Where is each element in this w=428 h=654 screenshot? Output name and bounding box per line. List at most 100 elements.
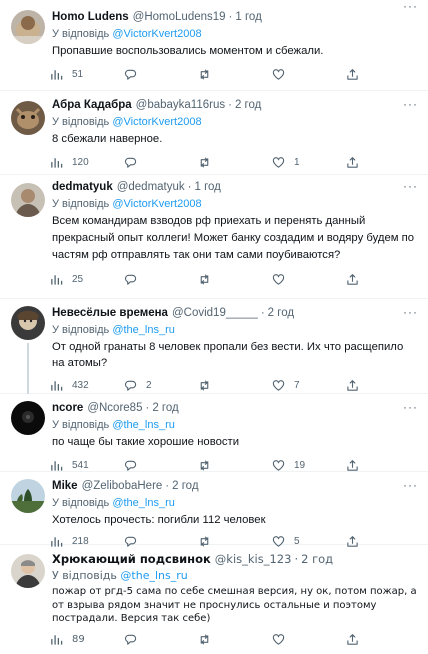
share-button[interactable] <box>346 459 359 472</box>
author-name[interactable]: Хрюкающий подсвинок <box>52 552 211 567</box>
reply-tweet[interactable]: Хрюкающий подсвинок @kis_kis_123 · 2 год… <box>0 545 428 654</box>
reply-tweet[interactable]: ncore @Ncore85 · 2 год ··· У відповідь @… <box>0 394 428 472</box>
timestamp[interactable]: 2 год <box>301 552 333 567</box>
author-name[interactable]: Невесёлые времена <box>52 306 168 321</box>
reply-tweet[interactable]: Абра Кадабра @babayka116rus · 2 год ··· … <box>0 91 428 175</box>
heart-icon <box>272 68 285 80</box>
like-button[interactable] <box>272 273 346 286</box>
author-handle[interactable]: @HomoLudens19 <box>133 10 226 25</box>
avatar[interactable] <box>11 10 45 44</box>
author-handle[interactable]: @Covid19_____ <box>172 306 258 321</box>
retweet-button[interactable] <box>198 633 272 646</box>
reply-tweet[interactable]: Homo Ludens @HomoLudens19 · 1 год ··· У … <box>0 0 428 91</box>
like-button[interactable]: 1 <box>272 156 346 169</box>
share-icon <box>347 459 358 471</box>
reply-button[interactable] <box>124 633 198 646</box>
share-button[interactable] <box>346 156 359 169</box>
more-options-icon[interactable]: ··· <box>403 306 418 318</box>
timestamp[interactable]: 1 год <box>195 180 221 195</box>
like-button[interactable]: 19 <box>272 459 346 472</box>
views-count: 541 <box>72 459 89 471</box>
heart-icon <box>272 379 285 391</box>
author-handle[interactable]: @babayka116rus <box>136 98 225 113</box>
avatar[interactable] <box>11 479 45 513</box>
author-name[interactable]: Абра Кадабра <box>52 98 132 113</box>
avatar[interactable] <box>11 401 45 435</box>
views-button[interactable]: 120 <box>50 156 124 169</box>
reply-tweet[interactable]: Невесёлые времена @Covid19_____ · 2 год … <box>0 299 428 394</box>
retweet-button[interactable] <box>198 68 272 81</box>
share-button[interactable] <box>346 68 359 81</box>
views-button[interactable]: 25 <box>50 273 124 286</box>
like-button[interactable] <box>272 68 346 81</box>
action-bar: 25 <box>50 272 418 286</box>
author-name[interactable]: ncore <box>52 401 83 416</box>
separator-dot: · <box>165 480 170 492</box>
more-options-icon[interactable]: ··· <box>403 98 418 110</box>
reply-button[interactable] <box>124 459 198 472</box>
retweet-button[interactable] <box>198 459 272 472</box>
reply-tweet[interactable]: Mike @ZelibobaHere · 2 год ··· У відпові… <box>0 472 428 547</box>
reply-to-handle[interactable]: @VictorKvert2008 <box>112 28 201 40</box>
reply-to-handle[interactable]: @the_lns_ru <box>112 324 175 336</box>
share-button[interactable] <box>346 273 359 286</box>
share-icon <box>347 68 358 80</box>
reply-button[interactable] <box>124 68 198 81</box>
avatar[interactable] <box>11 101 45 135</box>
reply-button[interactable] <box>124 273 198 286</box>
share-button[interactable] <box>346 633 359 646</box>
avatar[interactable] <box>11 554 45 588</box>
timestamp[interactable]: 2 год <box>152 401 178 416</box>
views-button[interactable]: 89 <box>50 633 124 646</box>
timestamp[interactable]: 2 год <box>268 306 294 321</box>
reply-to-handle[interactable]: @the_lns_ru <box>112 419 175 431</box>
reply-button[interactable] <box>124 156 198 169</box>
views-button[interactable]: 541 <box>50 459 124 472</box>
reply-to-handle[interactable]: @the_lns_ru <box>112 497 175 509</box>
retweet-button[interactable] <box>198 379 272 392</box>
timestamp[interactable]: 1 год <box>235 10 261 25</box>
reply-prefix: У відповідь <box>52 569 117 582</box>
more-options-icon[interactable]: ··· <box>403 401 418 413</box>
reply-feed: Homo Ludens @HomoLudens19 · 1 год ··· У … <box>0 0 428 654</box>
share-button[interactable] <box>346 379 359 392</box>
avatar[interactable] <box>11 183 45 217</box>
author-handle[interactable]: @dedmatyuk <box>117 180 185 195</box>
more-options-icon[interactable]: ··· <box>403 479 418 491</box>
separator-dot: · <box>228 11 233 23</box>
separator-dot: · <box>294 552 299 566</box>
more-options-icon[interactable]: ··· <box>403 0 418 12</box>
author-handle[interactable]: @Ncore85 <box>87 401 142 416</box>
reply-icon <box>125 157 137 168</box>
timestamp[interactable]: 2 год <box>172 479 198 494</box>
reply-icon <box>125 380 137 391</box>
reply-button[interactable]: 2 <box>124 379 198 392</box>
author-name[interactable]: dedmatyuk <box>52 180 113 195</box>
author-name[interactable]: Homo Ludens <box>52 10 129 25</box>
more-options-icon[interactable]: ··· <box>403 180 418 192</box>
reply-tweet[interactable]: dedmatyuk @dedmatyuk · 1 год ··· У відпо… <box>0 175 428 299</box>
views-count: 25 <box>72 273 84 285</box>
reply-prefix: У відповідь <box>52 497 110 509</box>
reply-to-handle[interactable]: @VictorKvert2008 <box>112 116 201 128</box>
timestamp[interactable]: 2 год <box>235 98 261 113</box>
reply-context: У відповідь @the_lns_ru <box>52 323 418 337</box>
author-name[interactable]: Mike <box>52 479 78 494</box>
reply-to-handle[interactable]: @VictorKvert2008 <box>112 198 201 210</box>
tweet-header: Mike @ZelibobaHere · 2 год <box>52 479 418 494</box>
retweet-button[interactable] <box>198 156 272 169</box>
tweet-header: dedmatyuk @dedmatyuk · 1 год <box>52 180 418 195</box>
views-button[interactable]: 51 <box>50 68 124 81</box>
views-button[interactable]: 432 <box>50 379 124 392</box>
retweet-button[interactable] <box>198 273 272 286</box>
tweet-text: Всем командирам взводов рф приехать и пе… <box>52 215 415 261</box>
author-handle[interactable]: @kis_kis_123 <box>215 552 292 567</box>
like-button[interactable]: 7 <box>272 379 346 392</box>
reply-prefix: У відповідь <box>52 28 110 40</box>
views-count: 51 <box>72 68 84 80</box>
avatar[interactable] <box>11 306 45 340</box>
reply-context: У відповідь @VictorKvert2008 <box>52 27 418 41</box>
author-handle[interactable]: @ZelibobaHere <box>82 479 163 494</box>
like-button[interactable] <box>272 633 346 646</box>
reply-to-handle[interactable]: @the_lns_ru <box>120 569 187 582</box>
